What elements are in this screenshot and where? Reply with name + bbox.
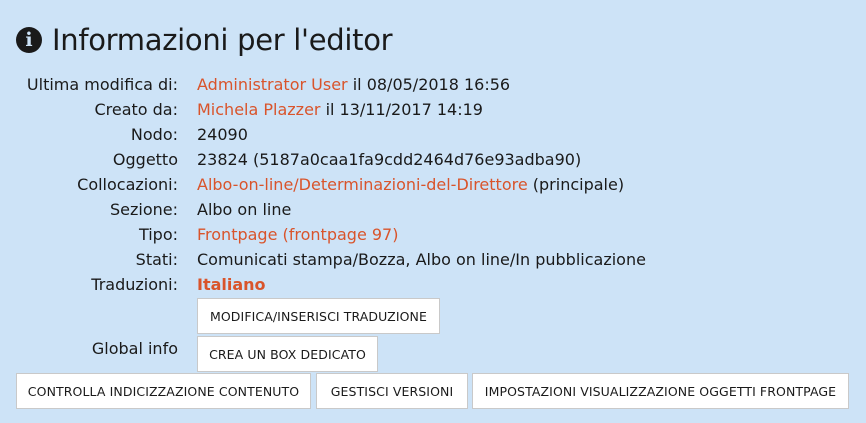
page-title: Informazioni per l'editor bbox=[52, 23, 393, 57]
last-modified-date: il 08/05/2018 16:56 bbox=[347, 75, 511, 94]
field-label: Tipo: bbox=[138, 225, 178, 244]
field-node: Nodo: 24090 bbox=[0, 122, 248, 147]
field-label: Creato da: bbox=[94, 100, 178, 119]
panel-title: i Informazioni per l'editor bbox=[16, 18, 393, 62]
field-label: Oggetto bbox=[112, 150, 178, 169]
location-suffix: (principale) bbox=[527, 175, 625, 194]
field-created: Creato da: Michela Plazzer il 13/11/2017… bbox=[0, 97, 483, 122]
field-type: Tipo: Frontpage (frontpage 97) bbox=[0, 222, 399, 247]
type-link[interactable]: Frontpage (frontpage 97) bbox=[197, 225, 398, 244]
field-section: Sezione: Albo on line bbox=[0, 197, 291, 222]
field-translations: Traduzioni: Italiano bbox=[0, 272, 266, 297]
field-states: Stati: Comunicati stampa/Bozza, Albo on … bbox=[0, 247, 646, 272]
frontpage-settings-button[interactable]: IMPOSTAZIONI VISUALIZZAZIONE OGGETTI FRO… bbox=[472, 373, 849, 409]
states-value: Comunicati stampa/Bozza, Albo on line/In… bbox=[197, 250, 646, 269]
field-label: Collocazioni: bbox=[77, 175, 178, 194]
created-date: il 13/11/2017 14:19 bbox=[320, 100, 483, 119]
field-value: Administrator User il 08/05/2018 16:56 bbox=[197, 75, 510, 94]
field-value: Michela Plazzer il 13/11/2017 14:19 bbox=[197, 100, 483, 119]
field-value: Frontpage (frontpage 97) bbox=[197, 225, 398, 244]
translation-italiano-link[interactable]: Italiano bbox=[197, 275, 266, 294]
field-label: Nodo: bbox=[130, 125, 178, 144]
field-locations: Collocazioni: Albo-on-line/Determinazion… bbox=[0, 172, 624, 197]
field-label: Sezione: bbox=[109, 200, 178, 219]
last-modified-user-link[interactable]: Administrator User bbox=[197, 75, 348, 94]
field-label: Traduzioni: bbox=[91, 275, 178, 294]
global-info-label: Global info bbox=[91, 339, 178, 358]
section-value: Albo on line bbox=[197, 200, 292, 219]
manage-versions-button[interactable]: GESTISCI VERSIONI bbox=[316, 373, 468, 409]
info-circle-icon: i bbox=[16, 27, 42, 53]
node-value: 24090 bbox=[197, 125, 248, 144]
edit-translation-button[interactable]: MODIFICA/INSERISCI TRADUZIONE bbox=[197, 298, 440, 334]
field-last-modified: Ultima modifica di: Administrator User i… bbox=[0, 72, 510, 97]
field-label: Ultima modifica di: bbox=[26, 75, 178, 94]
field-value: Italiano bbox=[197, 275, 266, 294]
field-value: Albo-on-line/Determinazioni-del-Direttor… bbox=[197, 175, 624, 194]
location-link[interactable]: Albo-on-line/Determinazioni-del-Direttor… bbox=[197, 175, 528, 194]
created-user-link[interactable]: Michela Plazzer bbox=[197, 100, 320, 119]
object-value: 23824 (5187a0caa1fa9cdd2464d76e93adba90) bbox=[197, 150, 582, 169]
create-box-button[interactable]: CREA UN BOX DEDICATO bbox=[197, 336, 378, 372]
field-object: Oggetto 23824 (5187a0caa1fa9cdd2464d76e9… bbox=[0, 147, 581, 172]
check-indexing-button[interactable]: CONTROLLA INDICIZZAZIONE CONTENUTO bbox=[16, 373, 311, 409]
field-label: Stati: bbox=[135, 250, 178, 269]
